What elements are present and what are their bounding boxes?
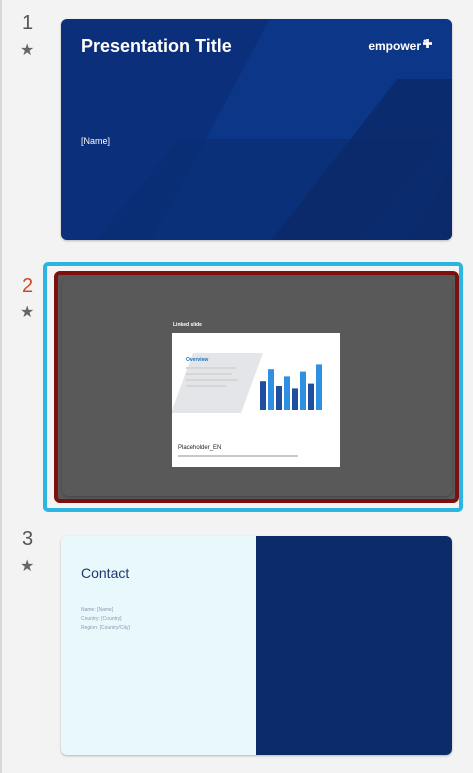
- slide-title: Presentation Title: [81, 36, 232, 56]
- preview-footer: Placeholder_EN: [178, 445, 222, 451]
- slide-number-2: 2: [22, 275, 34, 297]
- slide-number-3: 3: [22, 528, 34, 550]
- preview-heading: Overview: [186, 357, 209, 363]
- chart-bar: [316, 364, 322, 410]
- chart-bar: [308, 383, 314, 410]
- chart-bar: [276, 386, 282, 410]
- name-placeholder: [Name]: [81, 136, 111, 146]
- star-icon[interactable]: ★: [20, 302, 34, 322]
- star-icon[interactable]: ★: [20, 556, 34, 576]
- chart-bar: [260, 381, 266, 410]
- logo-text: empower: [368, 39, 421, 53]
- chart-bar: [300, 371, 306, 410]
- slide-thumbnail-1[interactable]: Presentation Title [Name] empower: [61, 19, 452, 240]
- preview-bar-chart: [260, 364, 322, 410]
- chart-bar: [292, 388, 298, 410]
- preview-line: [186, 385, 226, 387]
- logo-mark-icon: [423, 39, 432, 48]
- pane-border: [0, 0, 2, 773]
- star-icon[interactable]: ★: [20, 40, 34, 60]
- preview-footer-line: [178, 455, 298, 457]
- contact-line: Name: [Name]: [81, 607, 114, 613]
- preview-line: [186, 379, 238, 381]
- embedded-slide-preview: Overview Placeholder_EN: [172, 333, 340, 467]
- slide-thumbnail-2[interactable]: Linked slide Overview Placeholder_EN: [62, 278, 452, 496]
- slide-title: Contact: [81, 565, 130, 581]
- linked-slide-label: Linked slide: [173, 322, 202, 328]
- contact-line: Region: [Country/City]: [81, 625, 130, 631]
- slide-number-1: 1: [22, 12, 34, 34]
- chart-bar: [268, 369, 274, 410]
- logo: empower: [368, 39, 432, 53]
- slide-thumbnail-3[interactable]: Contact Name: [Name] Country: [Country] …: [61, 536, 452, 755]
- chart-bar: [284, 376, 290, 410]
- preview-line: [186, 367, 236, 369]
- navy-panel: [256, 536, 452, 755]
- contact-line: Country: [Country]: [81, 616, 122, 622]
- preview-line: [186, 373, 232, 375]
